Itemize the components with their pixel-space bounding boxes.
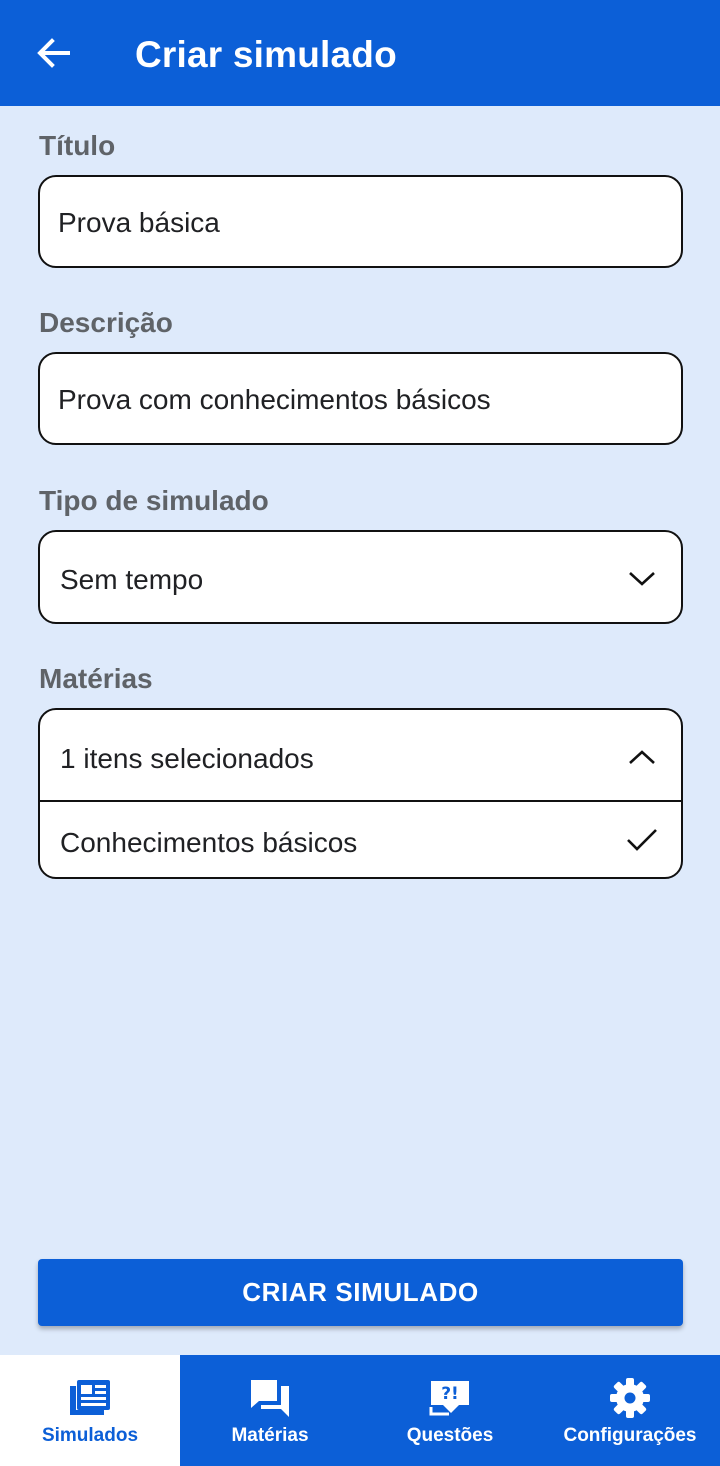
chevron-up-icon [629, 750, 655, 764]
materias-multiselect: 1 itens selecionados Conhecimentos básic… [38, 708, 683, 879]
nav-label-materias: Matérias [231, 1425, 309, 1446]
nav-item-simulados[interactable]: Simulados [0, 1355, 180, 1466]
criar-simulado-button[interactable]: CRIAR SIMULADO [38, 1259, 683, 1326]
quiz-icon: ?! [429, 1381, 469, 1416]
chevron-down-icon [629, 572, 655, 586]
app-header: Criar simulado [0, 0, 720, 106]
bottom-nav: Simulados Matérias ?! Questões Configura… [0, 1355, 720, 1466]
nav-item-materias[interactable]: Matérias [180, 1355, 360, 1466]
page-title: Criar simulado [135, 34, 397, 75]
nav-item-questoes[interactable]: ?! Questões [360, 1355, 540, 1466]
descricao-input[interactable]: Prova com conhecimentos básicos [38, 352, 683, 445]
check-icon [627, 829, 657, 851]
arrow-left-icon [37, 38, 70, 68]
materias-option-label: Conhecimentos básicos [60, 827, 358, 858]
descricao-label: Descrição [39, 307, 173, 338]
materias-toggle[interactable]: 1 itens selecionados [40, 710, 681, 800]
criar-simulado-label: CRIAR SIMULADO [242, 1277, 479, 1307]
materias-summary: 1 itens selecionados [60, 743, 314, 774]
tipo-selected-value: Sem tempo [60, 564, 204, 595]
tipo-select[interactable]: Sem tempo [38, 530, 683, 624]
descricao-value: Prova com conhecimentos básicos [58, 384, 491, 415]
nav-item-configuracoes[interactable]: Configurações [540, 1355, 720, 1466]
materias-label: Matérias [39, 663, 153, 694]
nav-label-configuracoes: Configurações [563, 1425, 697, 1446]
gear-icon [610, 1378, 650, 1418]
titulo-input[interactable]: Prova básica [38, 175, 683, 268]
back-button[interactable] [28, 30, 78, 76]
nav-label-simulados: Simulados [41, 1425, 139, 1446]
titulo-value: Prova básica [58, 207, 220, 238]
tipo-label: Tipo de simulado [39, 485, 269, 516]
svg-text:?!: ?! [441, 1384, 459, 1404]
materias-option[interactable]: Conhecimentos básicos [40, 802, 681, 879]
forum-icon [251, 1380, 289, 1417]
nav-label-questoes: Questões [406, 1425, 494, 1446]
newspaper-icon [70, 1380, 110, 1415]
titulo-label: Título [39, 130, 116, 161]
